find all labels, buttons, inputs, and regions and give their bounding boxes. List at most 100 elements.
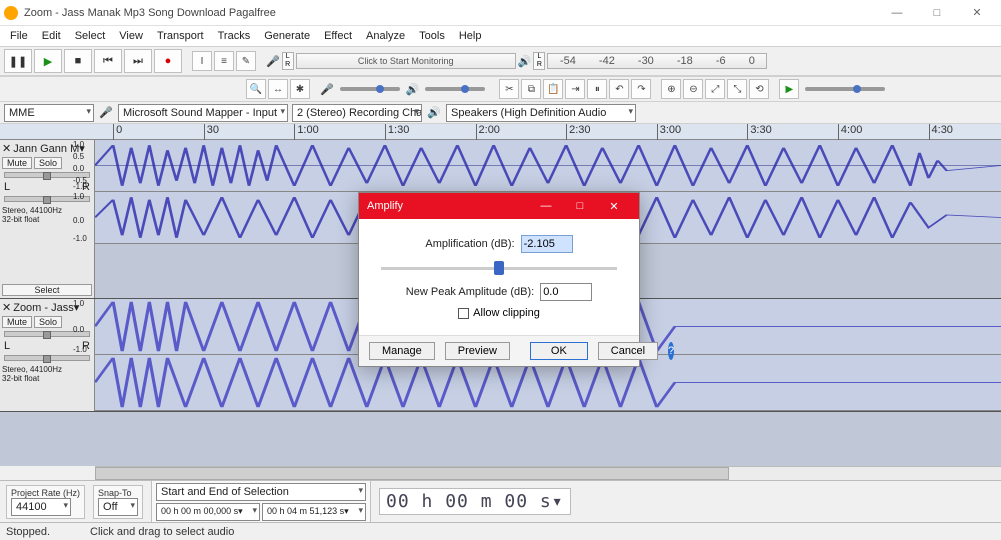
- audio-host-combo[interactable]: MME: [4, 104, 94, 122]
- titlebar: Zoom - Jass Manak Mp3 Song Download Paga…: [0, 0, 1001, 26]
- dialog-maximize-button[interactable]: □: [563, 193, 597, 219]
- menu-edit[interactable]: Edit: [36, 28, 67, 44]
- peak-amplitude-input[interactable]: [540, 283, 592, 301]
- amplification-label: Amplification (dB):: [425, 238, 514, 250]
- track-close-icon[interactable]: ✕: [2, 301, 11, 314]
- zoom-out-button[interactable]: ⊖: [683, 79, 703, 99]
- window-title: Zoom - Jass Manak Mp3 Song Download Paga…: [24, 7, 877, 19]
- project-rate-label: Project Rate (Hz): [11, 488, 80, 498]
- dialog-title: Amplify: [367, 200, 403, 212]
- menu-tracks[interactable]: Tracks: [212, 28, 257, 44]
- allow-clipping-label: Allow clipping: [473, 307, 540, 319]
- menu-transport[interactable]: Transport: [151, 28, 210, 44]
- fit-selection-button[interactable]: ⤢: [705, 79, 725, 99]
- play-at-speed-button[interactable]: ▶: [779, 79, 799, 99]
- pan-slider[interactable]: [4, 355, 90, 361]
- amplification-input[interactable]: [521, 235, 573, 253]
- menu-generate[interactable]: Generate: [258, 28, 316, 44]
- selection-end-field[interactable]: 00 h 04 m 51,123 s▾: [262, 503, 366, 521]
- record-button[interactable]: ●: [154, 49, 182, 73]
- menu-view[interactable]: View: [113, 28, 149, 44]
- playback-meter[interactable]: -54-42-30-18-60: [547, 53, 767, 69]
- play-meter-icon: 🔊: [518, 55, 532, 68]
- app-icon: [4, 6, 18, 20]
- menu-analyze[interactable]: Analyze: [360, 28, 411, 44]
- minimize-button[interactable]: —: [877, 0, 917, 26]
- skip-start-button[interactable]: ⏮: [94, 49, 122, 73]
- amplify-dialog: Amplify — □ ✕ Amplification (dB): New Pe…: [358, 192, 640, 367]
- zoom-in-button[interactable]: ⊕: [661, 79, 681, 99]
- zoom-tool[interactable]: 🔍: [246, 79, 266, 99]
- mute-button[interactable]: Mute: [2, 157, 32, 169]
- zoom-toggle-button[interactable]: ⟲: [749, 79, 769, 99]
- transport-toolbar: ❚❚ ▶ ■ ⏮ ⏭ ● I ≡ ✎ 🎤 L R Click to Start …: [0, 46, 1001, 76]
- selection-mode-combo[interactable]: Start and End of Selection: [156, 483, 366, 501]
- cancel-button[interactable]: Cancel: [598, 342, 658, 360]
- recording-meter[interactable]: Click to Start Monitoring: [296, 53, 516, 69]
- track-close-icon[interactable]: ✕: [2, 142, 11, 155]
- menu-select[interactable]: Select: [69, 28, 112, 44]
- timeline-ruler[interactable]: 0 30 1:00 1:30 2:00 2:30 3:00 3:30 4:00 …: [95, 124, 1001, 140]
- statusbar: Stopped. Click and drag to select audio: [0, 522, 1001, 540]
- ok-button[interactable]: OK: [530, 342, 588, 360]
- menu-tools[interactable]: Tools: [413, 28, 451, 44]
- paste-button[interactable]: 📋: [543, 79, 563, 99]
- skip-end-button[interactable]: ⏭: [124, 49, 152, 73]
- draw-tool[interactable]: ✎: [236, 51, 256, 71]
- undo-button[interactable]: ↶: [609, 79, 629, 99]
- allow-clipping-checkbox[interactable]: [458, 308, 469, 319]
- mic-icon: 🎤: [98, 105, 114, 121]
- solo-button[interactable]: Solo: [34, 157, 62, 169]
- status-state: Stopped.: [6, 526, 50, 538]
- close-button[interactable]: ✕: [957, 0, 997, 26]
- envelope-tool[interactable]: ≡: [214, 51, 234, 71]
- dialog-titlebar[interactable]: Amplify — □ ✕: [359, 193, 639, 219]
- silence-button[interactable]: ⏸: [587, 79, 607, 99]
- multi-tool[interactable]: ✱: [290, 79, 310, 99]
- device-toolbar: MME 🎤 Microsoft Sound Mapper - Input 2 (…: [0, 102, 1001, 124]
- track-select-button[interactable]: Select: [2, 284, 92, 296]
- play-button[interactable]: ▶: [34, 49, 62, 73]
- playback-device-combo[interactable]: Speakers (High Definition Audio: [446, 104, 636, 122]
- stop-button[interactable]: ■: [64, 49, 92, 73]
- peak-amplitude-label: New Peak Amplitude (dB):: [406, 286, 534, 298]
- mute-button[interactable]: Mute: [2, 316, 32, 328]
- menu-effect[interactable]: Effect: [318, 28, 358, 44]
- selection-start-field[interactable]: 00 h 00 m 00,000 s▾: [156, 503, 260, 521]
- trim-button[interactable]: ⇥: [565, 79, 585, 99]
- redo-button[interactable]: ↷: [631, 79, 651, 99]
- status-hint: Click and drag to select audio: [90, 526, 234, 538]
- timeshift-tool[interactable]: ↔: [268, 79, 288, 99]
- maximize-button[interactable]: □: [917, 0, 957, 26]
- solo-button[interactable]: Solo: [34, 316, 62, 328]
- rec-meter-lr: L R: [282, 52, 294, 70]
- speaker-icon: 🔊: [426, 105, 442, 121]
- play-speed-slider[interactable]: [805, 87, 885, 91]
- preview-button[interactable]: Preview: [445, 342, 510, 360]
- copy-button[interactable]: ⧉: [521, 79, 541, 99]
- project-rate-combo[interactable]: 44100: [11, 498, 71, 516]
- playback-volume-slider[interactable]: [425, 87, 485, 91]
- dialog-close-button[interactable]: ✕: [597, 193, 631, 219]
- fit-project-button[interactable]: ⤡: [727, 79, 747, 99]
- pause-button[interactable]: ❚❚: [4, 49, 32, 73]
- menu-help[interactable]: Help: [453, 28, 488, 44]
- dialog-minimize-button[interactable]: —: [529, 193, 563, 219]
- rec-meter-icon: 🎤: [266, 55, 280, 68]
- recording-device-combo[interactable]: Microsoft Sound Mapper - Input: [118, 104, 288, 122]
- amplification-slider[interactable]: [381, 259, 617, 277]
- audio-position-display[interactable]: 00 h 00 m 00 s▾: [379, 488, 571, 515]
- selection-tool[interactable]: I: [192, 51, 212, 71]
- recording-channels-combo[interactable]: 2 (Stereo) Recording Chann: [292, 104, 422, 122]
- horizontal-scrollbar[interactable]: [95, 466, 1001, 480]
- cut-button[interactable]: ✂: [499, 79, 519, 99]
- waveform-left[interactable]: 1.0 0.5 0.0 -0.5 -1.0: [95, 140, 1001, 192]
- track-panel[interactable]: ✕Zoom - Jass▾ MuteSolo LR Stereo, 44100H…: [0, 299, 95, 411]
- track-name[interactable]: Zoom - Jass▾: [13, 301, 79, 314]
- manage-button[interactable]: Manage: [369, 342, 435, 360]
- menubar: File Edit Select View Transport Tracks G…: [0, 26, 1001, 46]
- snap-to-combo[interactable]: Off: [98, 498, 138, 516]
- recording-volume-slider[interactable]: [340, 87, 400, 91]
- menu-file[interactable]: File: [4, 28, 34, 44]
- play-meter-lr: L R: [533, 52, 545, 70]
